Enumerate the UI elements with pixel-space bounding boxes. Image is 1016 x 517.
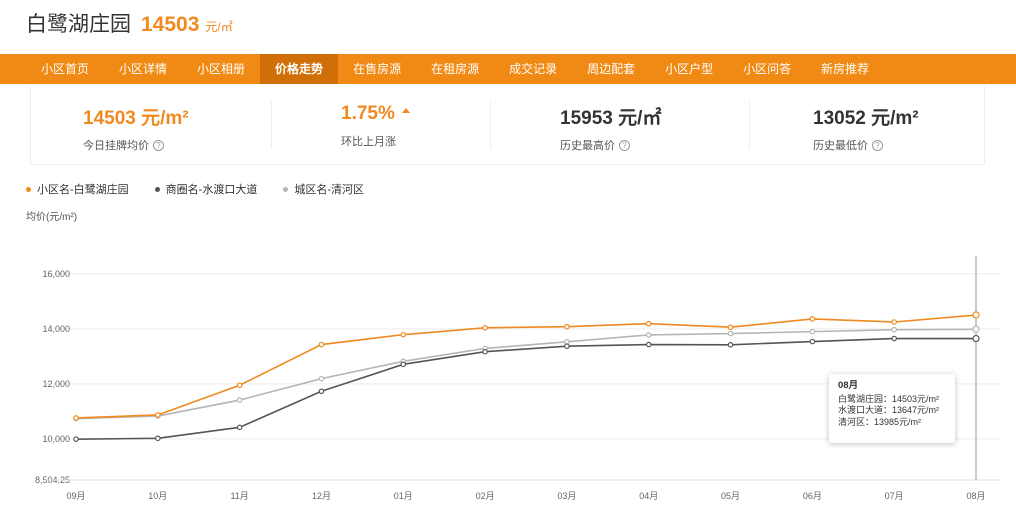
stat-mom-change-value: 1.75% bbox=[341, 103, 395, 124]
data-point bbox=[236, 424, 243, 431]
nav-item-album[interactable]: 小区相册 bbox=[182, 54, 260, 84]
x-tick-label: 05月 bbox=[721, 491, 740, 501]
data-point bbox=[236, 397, 243, 403]
nav-item-floorplans[interactable]: 小区户型 bbox=[650, 54, 728, 84]
x-tick-label: 04月 bbox=[639, 491, 658, 501]
data-point bbox=[564, 323, 570, 330]
nav-item-new-homes[interactable]: 新房推荐 bbox=[806, 54, 884, 84]
nav-item-home[interactable]: 小区首页 bbox=[26, 54, 104, 84]
legend-label-city-district: 城区名-清河区 bbox=[294, 184, 365, 196]
tooltip-line-business-district: 水渡口大道：13647元/m² bbox=[838, 405, 940, 415]
data-point bbox=[809, 338, 816, 345]
data-point bbox=[972, 311, 980, 319]
legend-dot-icon bbox=[26, 186, 31, 192]
stat-listing-avg-value: 14503 元/m² bbox=[83, 108, 189, 129]
data-point bbox=[809, 316, 816, 322]
nav-item-details[interactable]: 小区详情 bbox=[104, 54, 182, 84]
data-point bbox=[564, 343, 570, 349]
data-point bbox=[645, 332, 652, 338]
nav-item-nearby[interactable]: 周边配套 bbox=[572, 54, 650, 84]
stat-divider bbox=[271, 101, 272, 149]
legend-label-community: 小区名-白鹭湖庄园 bbox=[37, 184, 129, 196]
chart-tooltip: 08月 白鹭湖庄园：14503元/m² 水渡口大道：13647元/m² 清河区：… bbox=[829, 374, 955, 443]
data-point bbox=[645, 341, 652, 348]
price-stats-panel: 14503 元/m² 今日挂牌均价 ? 1.75% 环比上月涨 15953 元/… bbox=[30, 86, 985, 165]
data-point bbox=[727, 330, 734, 337]
data-point bbox=[73, 436, 79, 442]
legend-label-business-district: 商圈名-水渡口大道 bbox=[165, 184, 258, 196]
data-point bbox=[972, 325, 980, 333]
data-point bbox=[155, 435, 161, 442]
stat-historical-high-label: 历史最高价 bbox=[560, 140, 615, 152]
x-tick-label: 11月 bbox=[230, 491, 248, 501]
data-point bbox=[891, 326, 897, 333]
nav-item-price-trend[interactable]: 价格走势 bbox=[260, 54, 339, 84]
data-point bbox=[400, 331, 407, 338]
y-tick-label: 12,000 bbox=[42, 379, 70, 389]
data-point bbox=[891, 319, 897, 325]
stat-historical-low-label: 历史最低价 bbox=[813, 140, 868, 152]
header-price-unit: 元/㎡ bbox=[205, 20, 233, 34]
data-point bbox=[564, 338, 570, 345]
page-header: 白鹭湖庄园 14503 元/㎡ bbox=[26, 8, 233, 38]
question-icon[interactable]: ? bbox=[619, 139, 630, 151]
data-point bbox=[400, 361, 407, 368]
community-nav: 小区首页 小区详情 小区相册 价格走势 在售房源 在租房源 成交记录 周边配套 … bbox=[0, 54, 1016, 84]
data-point bbox=[482, 324, 488, 331]
x-tick-label: 10月 bbox=[148, 491, 167, 501]
tooltip-line-city-district: 清河区：13985元/m² bbox=[838, 416, 922, 427]
x-tick-label: 01月 bbox=[394, 491, 413, 501]
stat-historical-low-value: 13052 元/m² bbox=[813, 108, 919, 129]
question-icon[interactable]: ? bbox=[153, 139, 164, 151]
data-point bbox=[482, 348, 488, 355]
x-tick-label: 03月 bbox=[557, 491, 576, 501]
data-point bbox=[236, 382, 243, 389]
nav-item-qa[interactable]: 小区问答 bbox=[728, 54, 806, 84]
stat-mom-change-label: 环比上月涨 bbox=[341, 136, 396, 148]
y-tick-label: 14,000 bbox=[42, 324, 70, 334]
stat-divider bbox=[749, 101, 750, 149]
x-tick-label: 09月 bbox=[66, 491, 85, 501]
data-point bbox=[318, 388, 325, 395]
x-tick-label: 08月 bbox=[966, 491, 985, 501]
data-point bbox=[73, 415, 79, 421]
nav-item-for-sale[interactable]: 在售房源 bbox=[338, 54, 416, 84]
data-point bbox=[891, 335, 897, 342]
nav-item-for-rent[interactable]: 在租房源 bbox=[416, 54, 494, 84]
data-point bbox=[155, 412, 161, 418]
header-price: 14503 bbox=[141, 13, 200, 36]
data-point bbox=[809, 328, 816, 335]
data-point bbox=[318, 341, 325, 348]
data-point bbox=[972, 334, 980, 343]
legend-item-community[interactable]: 小区名-白鹭湖庄园 bbox=[26, 181, 129, 197]
stat-listing-avg-label: 今日挂牌均价 bbox=[83, 140, 149, 152]
up-triangle-icon bbox=[401, 108, 410, 114]
legend-dot-icon bbox=[154, 186, 160, 192]
tooltip-line-community: 白鹭湖庄园：14503元/m² bbox=[838, 393, 940, 404]
stat-historical-high-value: 15953 元/㎡ bbox=[560, 108, 662, 129]
x-tick-label: 07月 bbox=[885, 491, 904, 501]
y-tick-label: 10,000 bbox=[42, 434, 70, 444]
chart-legend: 小区名-白鹭湖庄园 商圈名-水渡口大道 城区名-清河区 bbox=[26, 181, 390, 197]
data-point bbox=[727, 342, 734, 348]
data-point bbox=[645, 320, 652, 327]
legend-dot-icon bbox=[283, 186, 289, 192]
stat-divider bbox=[490, 101, 491, 149]
legend-item-business-district[interactable]: 商圈名-水渡口大道 bbox=[154, 181, 258, 197]
legend-item-city-district[interactable]: 城区名-清河区 bbox=[283, 181, 364, 197]
data-point bbox=[318, 375, 325, 382]
x-tick-label: 02月 bbox=[476, 491, 495, 501]
community-name: 白鹭湖庄园 bbox=[26, 13, 131, 36]
data-point bbox=[727, 324, 734, 331]
nav-item-transactions[interactable]: 成交记录 bbox=[494, 54, 572, 84]
y-axis-label: 均价(元/m²) bbox=[26, 212, 78, 223]
tooltip-title: 08月 bbox=[838, 380, 859, 391]
x-tick-label: 06月 bbox=[803, 491, 822, 501]
y-tick-label: 16,000 bbox=[42, 269, 70, 279]
x-tick-label: 12月 bbox=[312, 491, 331, 501]
question-icon[interactable]: ? bbox=[872, 139, 883, 151]
